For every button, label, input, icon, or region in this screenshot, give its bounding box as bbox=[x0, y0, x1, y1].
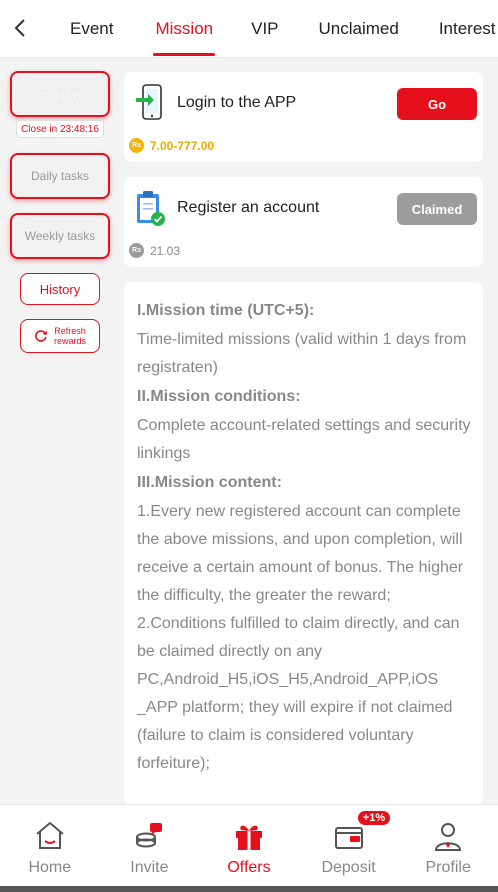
nav-deposit-label: Deposit bbox=[321, 859, 376, 876]
newplayer-label: Newplayer bbox=[31, 87, 89, 101]
reward-amount: 7.00-777.00 bbox=[150, 138, 215, 153]
claimed-button[interactable]: Claimed bbox=[397, 193, 477, 225]
tab-unclaimed[interactable]: Unclaimed bbox=[319, 0, 399, 58]
mission-reward: Rs 21.03 bbox=[129, 243, 180, 258]
back-arrow-icon[interactable] bbox=[8, 14, 36, 42]
tab-event[interactable]: Event bbox=[70, 0, 113, 58]
rules-heading-time: I.Mission time (UTC+5): bbox=[137, 302, 315, 319]
tab-vip[interactable]: VIP bbox=[251, 0, 278, 58]
rules-text-content-2: 2.Conditions fulfilled to claim directly… bbox=[137, 615, 460, 772]
nav-offers[interactable]: Offers bbox=[199, 805, 299, 886]
mission-title: Login to the APP bbox=[177, 94, 297, 111]
nav-deposit[interactable]: +1% Deposit bbox=[299, 805, 399, 886]
rules-text-conditions: Complete account-related settings and se… bbox=[137, 417, 471, 462]
reward-amount: 21.03 bbox=[150, 243, 181, 258]
tab-bar: Event Mission VIP Unclaimed Interest bbox=[52, 0, 496, 58]
rules-text-time: Time-limited missions (valid within 1 da… bbox=[137, 331, 467, 376]
rupee-coin-icon: Rs bbox=[129, 243, 144, 258]
nav-home-label: Home bbox=[28, 859, 72, 876]
profile-icon bbox=[435, 823, 462, 851]
countdown-timer: Close in 23:48:16 bbox=[16, 120, 104, 138]
mission-category-sidebar: Newplayer Close in 23:48:16 Daily tasks … bbox=[0, 59, 120, 805]
rules-heading-conditions: II.Mission conditions: bbox=[137, 388, 301, 405]
mission-card-login: Login to the APP Go Rs 7.00-777.00 bbox=[124, 72, 483, 162]
system-gesture-bar bbox=[0, 886, 498, 892]
tab-interest[interactable]: Interest bbox=[439, 0, 496, 58]
top-navigation: Event Mission VIP Unclaimed Interest bbox=[0, 0, 498, 58]
nav-profile[interactable]: Profile bbox=[398, 805, 498, 886]
history-button[interactable]: History bbox=[20, 273, 100, 305]
daily-tasks-button[interactable]: Daily tasks bbox=[10, 153, 110, 199]
phone-login-icon bbox=[136, 84, 162, 120]
newplayer-button[interactable]: Newplayer bbox=[10, 71, 110, 117]
refresh-label-line2: rewards bbox=[53, 336, 86, 346]
nav-invite-label: Invite bbox=[130, 859, 169, 876]
go-button[interactable]: Go bbox=[397, 88, 477, 120]
mission-card-register: Register an account Claimed Rs 21.03 bbox=[124, 177, 483, 267]
mission-reward: Rs 7.00-777.00 bbox=[129, 138, 214, 153]
nav-home[interactable]: Home bbox=[0, 805, 100, 886]
invite-icon bbox=[136, 823, 163, 848]
clipboard-check-icon bbox=[137, 191, 165, 226]
nav-invite[interactable]: Invite bbox=[100, 805, 200, 886]
refresh-rewards-button[interactable]: Refresh rewards bbox=[20, 319, 100, 353]
weekly-tasks-button[interactable]: Weekly tasks bbox=[10, 213, 110, 259]
home-icon bbox=[36, 821, 64, 849]
mission-rules-panel[interactable]: I.Mission time (UTC+5): Time-limited mis… bbox=[124, 282, 483, 806]
deposit-bonus-badge: +1% bbox=[356, 810, 392, 826]
refresh-label: Refresh rewards bbox=[54, 326, 86, 346]
bottom-navigation: Home Invite Offers +1% Deposit Profile bbox=[0, 804, 498, 886]
nav-offers-label: Offers bbox=[227, 859, 271, 876]
rupee-coin-icon: Rs bbox=[129, 138, 144, 153]
rules-text-content-1: 1.Every new registered account can compl… bbox=[137, 503, 464, 604]
mission-title: Register an account bbox=[177, 199, 320, 216]
nav-profile-label: Profile bbox=[425, 859, 471, 876]
tab-mission[interactable]: Mission bbox=[153, 0, 215, 58]
refresh-icon bbox=[35, 330, 48, 342]
gift-icon bbox=[235, 825, 262, 850]
rules-heading-content: III.Mission content: bbox=[137, 474, 282, 491]
refresh-label-line1: Refresh bbox=[54, 326, 86, 336]
